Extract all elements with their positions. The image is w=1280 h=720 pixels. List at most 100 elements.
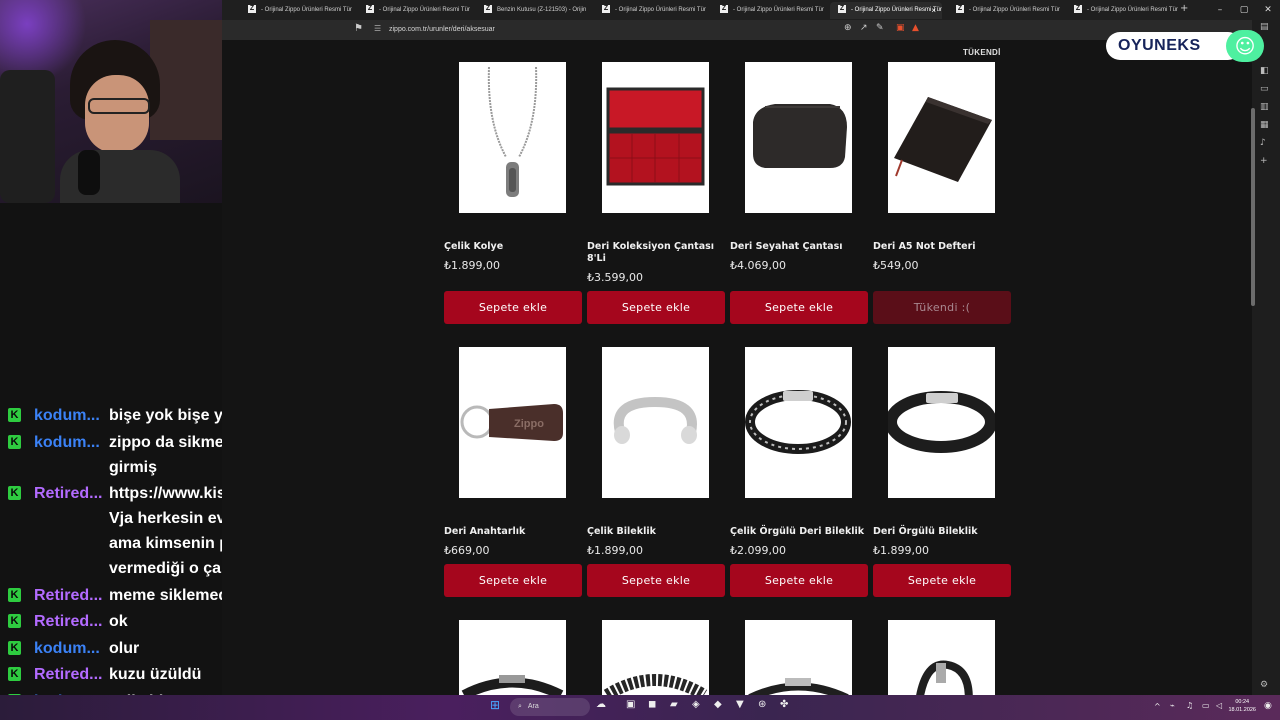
tray-battery-icon[interactable]: ▭ <box>1202 701 1210 710</box>
browser-tab[interactable]: Z Benzin Kutusu (Z-121503) - Orijin <box>476 2 588 19</box>
url-field[interactable]: zippo.com.tr/urunler/deri/aksesuar <box>389 20 495 40</box>
tab-bar: Z - Orijinal Zippo Ürünleri Resmi Tür Z - O… <box>222 0 1280 20</box>
sidebar-music-icon[interactable]: ♪ <box>1260 138 1266 148</box>
taskbar-app-icon[interactable]: ⊛ <box>758 699 766 710</box>
taskbar-app-icon[interactable]: ◈ <box>692 699 700 710</box>
zoom-icon[interactable]: ⊕ <box>844 23 852 33</box>
taskbar-clock[interactable]: 00:24 18.01.2026 <box>1228 698 1256 714</box>
sidebar-add-icon[interactable]: + <box>1260 156 1268 166</box>
product-price: ₺1.899,00 <box>587 544 643 557</box>
webcam-overlay <box>0 0 222 203</box>
add-to-cart-button[interactable]: Sepete ekle <box>730 564 868 597</box>
chat-username[interactable]: Retired... <box>34 609 104 634</box>
kick-badge-icon: K <box>8 434 21 449</box>
product-image[interactable] <box>888 347 995 498</box>
product-image[interactable]: Zippo <box>459 347 566 498</box>
background-shelf <box>150 20 222 140</box>
product-image-art <box>745 390 851 454</box>
product-name[interactable]: Deri A5 Not Defteri <box>873 241 1011 253</box>
sold-out-button[interactable]: Tükendi :( <box>873 291 1011 324</box>
add-to-cart-button[interactable]: Sepete ekle <box>444 564 582 597</box>
start-button-icon[interactable]: ⊞ <box>490 698 500 712</box>
taskbar-search[interactable]: ⌕ Ara <box>510 698 590 716</box>
tray-sound-icon[interactable]: ◁ <box>1216 701 1222 710</box>
product-image[interactable] <box>888 62 995 213</box>
product-name[interactable]: Deri Anahtarlık <box>444 526 582 538</box>
chat-username[interactable]: Retired... <box>34 662 104 687</box>
new-tab-button[interactable]: + <box>1180 3 1188 14</box>
add-to-cart-button[interactable]: Sepete ekle <box>730 291 868 324</box>
product-name[interactable]: Çelik Örgülü Deri Bileklik <box>730 526 868 538</box>
taskbar-app-icon[interactable]: ◼ <box>648 699 656 710</box>
browser-tab[interactable]: Z - Orijinal Zippo Ürünleri Resmi Tür <box>594 2 706 19</box>
browser-tab[interactable]: Z - Orijinal Zippo Ürünleri Resmi Tür × <box>830 2 942 19</box>
add-to-cart-button[interactable]: Sepete ekle <box>587 564 725 597</box>
browser-tab[interactable]: Z - Orijinal Zippo Ürünleri Resmi Tür <box>1066 2 1178 19</box>
notifications-icon[interactable]: ◉ <box>1264 701 1272 711</box>
maximize-button[interactable]: ▢ <box>1232 0 1256 20</box>
taskbar-widget-icon[interactable]: ☁ <box>596 699 606 710</box>
product-image[interactable] <box>602 62 709 213</box>
microphone <box>78 150 100 195</box>
minimize-button[interactable]: – <box>1208 0 1232 20</box>
sidebar-wallet-icon[interactable]: ▭ <box>1260 84 1269 94</box>
taskbar-app-icon[interactable]: ▼ <box>736 699 744 710</box>
browser-side-panel: ▤ ◧ ▭ ▥ ▦ ♪ + ⚙ <box>1252 20 1280 695</box>
product-image[interactable] <box>459 620 566 695</box>
chat-username[interactable]: kodum... <box>34 636 104 661</box>
tab-close-button[interactable]: × <box>931 2 936 19</box>
product-image-art <box>894 97 992 182</box>
browser-tab[interactable]: Z - Orijinal Zippo Ürünleri Resmi Tür <box>240 2 352 19</box>
product-name[interactable]: Çelik Kolye <box>444 241 582 253</box>
product-image[interactable] <box>602 620 709 695</box>
bookmark-icon[interactable]: ⚑ <box>354 23 363 34</box>
sold-out-label: TÜKENDİ <box>963 48 1001 57</box>
product-name[interactable]: Çelik Bileklik <box>587 526 725 538</box>
close-window-button[interactable]: ✕ <box>1256 0 1280 20</box>
product-image[interactable] <box>745 62 852 213</box>
tab-title: - Orijinal Zippo Ürünleri Resmi Tür <box>379 7 470 13</box>
product-image[interactable] <box>888 620 995 695</box>
browser-tab[interactable]: Z - Orijinal Zippo Ürünleri Resmi Tür <box>358 2 470 19</box>
add-to-cart-button[interactable]: Sepete ekle <box>587 291 725 324</box>
tray-volume-icon[interactable]: ♫ <box>1186 701 1193 710</box>
streamer-glasses <box>88 98 150 114</box>
taskbar-taskview-icon[interactable]: ▣ <box>626 699 635 710</box>
sidebar-settings-icon[interactable]: ⚙ <box>1260 680 1268 690</box>
product-image[interactable] <box>745 620 852 695</box>
sidebar-toggle-icon[interactable]: ▤ <box>1260 22 1269 32</box>
product-name[interactable]: Deri Koleksiyon Çantası 8'Li <box>587 241 725 265</box>
taskbar-app-icon[interactable]: ✤ <box>780 699 788 710</box>
product-image[interactable] <box>745 347 852 498</box>
product-image-art <box>603 674 708 695</box>
sidebar-reading-icon[interactable]: ▦ <box>1260 120 1269 130</box>
chat-username[interactable]: Retired... <box>34 481 104 506</box>
browser-tab[interactable]: Z - Orijinal Zippo Ürünleri Resmi Tür <box>712 2 824 19</box>
taskbar-explorer-icon[interactable]: ▰ <box>670 699 678 710</box>
edit-icon[interactable]: ✎ <box>876 23 884 33</box>
chat-username[interactable]: kodum... <box>34 430 104 455</box>
product-name[interactable]: Deri Seyahat Çantası <box>730 241 868 253</box>
product-image[interactable] <box>459 62 566 213</box>
product-name[interactable]: Deri Örgülü Bileklik <box>873 526 1011 538</box>
chat-username[interactable]: Retired... <box>34 583 104 608</box>
browser-tab[interactable]: Z - Orijinal Zippo Ürünleri Resmi Tür <box>948 2 1060 19</box>
chat-username[interactable]: kodum... <box>34 403 104 428</box>
site-info-icon[interactable]: ☰ <box>374 24 381 33</box>
product-image[interactable] <box>602 347 709 498</box>
zippo-favicon-icon: Z <box>956 5 964 14</box>
rewards-icon[interactable]: ▲ <box>912 23 919 33</box>
share-icon[interactable]: ↗ <box>860 23 868 33</box>
product-image-art <box>888 391 995 453</box>
sidebar-chat-icon[interactable]: ◧ <box>1260 66 1269 76</box>
page-scrollbar[interactable] <box>1251 108 1255 306</box>
taskbar-app-icon[interactable]: ◆ <box>714 699 722 710</box>
add-to-cart-button[interactable]: Sepete ekle <box>444 291 582 324</box>
add-to-cart-button[interactable]: Sepete ekle <box>873 564 1011 597</box>
zippo-favicon-icon: Z <box>248 5 256 14</box>
shield-icon[interactable]: ▣ <box>896 23 905 33</box>
tab-title: - Orijinal Zippo Ürünleri Resmi Tür <box>851 7 942 13</box>
sidebar-bookmarks-icon[interactable]: ▥ <box>1260 102 1269 112</box>
tray-network-icon[interactable]: ⌁ <box>1170 701 1175 710</box>
tray-expand-icon[interactable]: ^ <box>1154 702 1161 711</box>
